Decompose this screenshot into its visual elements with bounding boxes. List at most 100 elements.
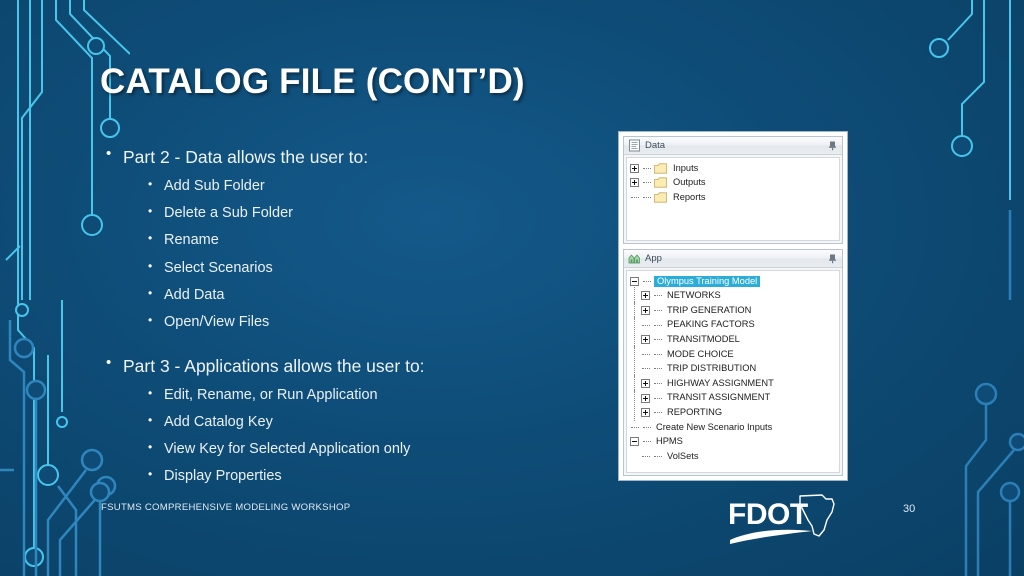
pushpin-icon[interactable] [827, 140, 838, 151]
expander-plus-icon[interactable] [641, 305, 650, 315]
tree-connector [653, 350, 662, 359]
tree-guide [630, 345, 641, 363]
tree-guide [630, 389, 641, 407]
tree-guide [630, 452, 641, 461]
tree-connector [653, 452, 662, 461]
tree-item-reports[interactable]: Reports [630, 190, 837, 205]
tree-connector [653, 379, 662, 388]
footer-text: FSUTMS COMPREHENSIVE MODELING WORKSHOP [101, 502, 351, 513]
app-panel-titlebar: App [624, 250, 842, 268]
pushpin-icon[interactable] [827, 253, 838, 264]
tree-connector [642, 164, 651, 173]
tree-connector [642, 178, 651, 187]
tree-guide [630, 404, 641, 422]
bullet-item: Open/View Files [104, 309, 594, 336]
expander-plus-icon[interactable] [630, 163, 639, 173]
tree-item-label: TRIP DISTRIBUTION [667, 363, 757, 374]
folder-icon [654, 192, 667, 203]
circuit-decoration-right [929, 0, 1024, 576]
tree-connector [630, 193, 639, 202]
slide-canvas: CATALOG FILE (CONT’D) Part 2 - Data allo… [0, 0, 1024, 576]
tree-item-peaking-factors[interactable]: PEAKING FACTORS [630, 316, 837, 334]
tree-item-label: HIGHWAY ASSIGNMENT [667, 377, 774, 388]
data-tree[interactable]: Inputs Outputs Reports [626, 157, 840, 241]
tree-item-trip-generation[interactable]: TRIP GENERATION [630, 301, 837, 319]
tree-item-create-new-scenario-inputs[interactable]: Create New Scenario Inputs [630, 420, 837, 435]
tree-item-olympus-training-model[interactable]: Olympus Training Model [630, 274, 837, 289]
tree-item-label: Create New Scenario Inputs [656, 421, 773, 432]
tree-connector [653, 321, 662, 330]
data-panel-title: Data [645, 140, 666, 151]
embedded-screenshot: Data Inputs Outputs Reports App Olympus … [618, 131, 848, 481]
tree-item-transitmodel[interactable]: TRANSITMODEL [630, 331, 837, 349]
slide-title: CATALOG FILE (CONT’D) [100, 62, 525, 101]
expander-plus-icon[interactable] [641, 378, 650, 388]
tree-item-networks[interactable]: NETWORKS [630, 287, 837, 305]
tree-item-outputs[interactable]: Outputs [630, 176, 837, 191]
expander-plus-icon[interactable] [641, 408, 650, 418]
expander-plus-icon[interactable] [641, 291, 650, 301]
tree-item-label: TRIP GENERATION [667, 304, 752, 315]
tree-item-label: VolSets [667, 450, 699, 461]
data-panel-titlebar: Data [624, 137, 842, 155]
tree-item-label: HPMS [656, 436, 683, 447]
tree-connector [653, 291, 662, 300]
tree-connector [653, 364, 662, 373]
expander-minus-icon[interactable] [630, 276, 639, 286]
page-number: 30 [903, 503, 916, 515]
app-panel: App Olympus Training Model NETWORKS TRIP… [623, 249, 843, 476]
tree-item-transit-assignment[interactable]: TRANSIT ASSIGNMENT [630, 389, 837, 407]
tree-connector [641, 321, 650, 330]
tree-connector [642, 437, 651, 446]
expander-plus-icon[interactable] [641, 335, 650, 345]
tree-guide [630, 360, 641, 378]
tree-connector [642, 193, 651, 202]
tree-item-label: REPORTING [667, 406, 723, 417]
tree-guide [630, 316, 641, 334]
tree-item-highway-assignment[interactable]: HIGHWAY ASSIGNMENT [630, 374, 837, 392]
tree-item-trip-distribution[interactable]: TRIP DISTRIBUTION [630, 360, 837, 378]
app-icon [628, 254, 640, 264]
fdot-logo-text: FDOT [728, 498, 808, 531]
bullet-item: Rename [104, 227, 594, 254]
expander-minus-icon[interactable] [630, 437, 639, 447]
tree-connector [653, 394, 662, 403]
tree-item-label: Inputs [673, 162, 699, 173]
tree-item-label: Outputs [673, 177, 706, 188]
bullet-item: Display Properties [104, 463, 594, 490]
tree-item-mode-choice[interactable]: MODE CHOICE [630, 345, 837, 363]
expander-plus-icon[interactable] [641, 393, 650, 403]
tree-item-label: Olympus Training Model [654, 275, 761, 287]
tree-item-hpms[interactable]: HPMS [630, 435, 837, 450]
tree-connector [653, 408, 662, 417]
expander-plus-icon[interactable] [630, 178, 639, 188]
tree-connector [642, 277, 651, 286]
tree-item-volsets[interactable]: VolSets [630, 449, 837, 464]
section-heading-part2: Part 2 - Data allows the user to: [104, 143, 594, 170]
folder-icon [654, 177, 667, 188]
bullet-item: Add Data [104, 282, 594, 309]
app-panel-title: App [645, 253, 662, 264]
folder-icon [654, 163, 667, 174]
tree-connector [641, 452, 650, 461]
tree-item-label: NETWORKS [667, 290, 721, 301]
bullet-item: Add Catalog Key [104, 409, 594, 436]
data-panel: Data Inputs Outputs Reports [623, 136, 843, 244]
document-icon [629, 139, 640, 152]
bullet-item: Add Sub Folder [104, 173, 594, 200]
tree-connector [641, 350, 650, 359]
app-tree[interactable]: Olympus Training Model NETWORKS TRIP GEN… [626, 270, 840, 473]
tree-connector [653, 306, 662, 315]
bullet-item: Delete a Sub Folder [104, 200, 594, 227]
tree-item-inputs[interactable]: Inputs [630, 161, 837, 176]
tree-connector [642, 423, 651, 432]
tree-item-label: MODE CHOICE [667, 348, 734, 359]
fdot-logo: FDOT [728, 494, 835, 544]
bullet-content: Part 2 - Data allows the user to: Add Su… [104, 140, 594, 491]
tree-item-reporting[interactable]: REPORTING [630, 404, 837, 422]
fdot-swoosh-icon [730, 529, 812, 544]
tree-guide [630, 301, 641, 319]
tree-item-label: Reports [673, 191, 706, 202]
tree-connector [653, 335, 662, 344]
